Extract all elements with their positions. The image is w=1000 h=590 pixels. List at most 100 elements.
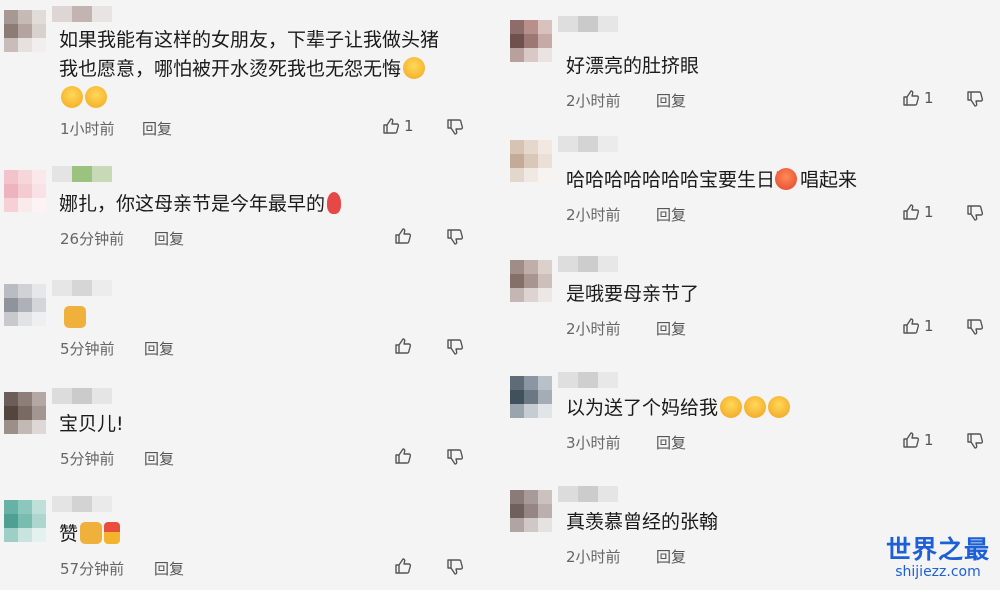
dislike-button[interactable] — [966, 204, 984, 226]
dislike-button[interactable] — [446, 558, 464, 580]
username-pixel — [92, 280, 112, 296]
avatar-pixel — [4, 298, 18, 312]
username-blurred[interactable] — [52, 496, 112, 512]
drooling-face-emoji-icon — [61, 86, 83, 108]
thumbs-down-icon — [967, 433, 984, 449]
avatar-pixel — [18, 198, 32, 212]
timestamp: 2小时前 — [566, 92, 621, 110]
avatar-pixel — [510, 20, 524, 34]
username-pixel — [558, 372, 578, 388]
username-blurred[interactable] — [558, 16, 618, 32]
reply-button[interactable]: 回复 — [656, 318, 686, 339]
timestamp: 2小时前 — [566, 206, 621, 224]
thumbs-down-icon — [447, 339, 464, 355]
like-button[interactable]: 1 — [902, 89, 934, 107]
thumbs-down-icon — [967, 91, 984, 107]
avatar[interactable] — [510, 490, 552, 532]
like-button[interactable]: 1 — [902, 431, 934, 449]
avatar[interactable] — [510, 140, 552, 182]
avatar[interactable] — [4, 10, 46, 52]
like-count: 1 — [924, 431, 934, 449]
reply-button[interactable]: 回复 — [144, 338, 174, 359]
avatar-pixel — [524, 48, 538, 62]
reply-button[interactable]: 回复 — [656, 546, 686, 567]
like-button[interactable]: 1 — [902, 317, 934, 335]
timestamp: 57分钟前 — [60, 560, 125, 578]
thumbs-up-icon — [903, 318, 920, 334]
dislike-button[interactable] — [446, 448, 464, 470]
dislike-button[interactable] — [446, 228, 464, 250]
reply-button[interactable]: 回复 — [154, 558, 184, 579]
like-button[interactable]: 1 — [382, 117, 414, 135]
reply-button[interactable]: 回复 — [656, 432, 686, 453]
avatar-pixel — [4, 24, 18, 38]
avatar[interactable] — [510, 20, 552, 62]
avatar-pixel — [538, 260, 552, 274]
reply-button[interactable]: 回复 — [144, 448, 174, 469]
avatar-pixel — [524, 504, 538, 518]
username-blurred[interactable] — [558, 136, 618, 152]
username-blurred[interactable] — [558, 486, 618, 502]
comment: 哈哈哈哈哈哈哈宝要生日了 唱起来 2小时前 回复 1 — [510, 136, 990, 226]
avatar-pixel — [510, 390, 524, 404]
laughing-emoji-icon — [720, 396, 743, 418]
avatar-pixel — [4, 184, 18, 198]
avatar-pixel — [538, 390, 552, 404]
avatar[interactable] — [4, 500, 46, 542]
username-blurred[interactable] — [52, 166, 112, 182]
dislike-button[interactable] — [966, 432, 984, 454]
avatar-pixel — [524, 274, 538, 288]
avatar[interactable] — [510, 260, 552, 302]
avatar[interactable] — [4, 284, 46, 326]
dislike-button[interactable] — [446, 118, 464, 140]
avatar-pixel — [32, 500, 46, 514]
avatar-pixel — [4, 284, 18, 298]
like-button[interactable] — [394, 337, 412, 355]
avatar-pixel — [538, 490, 552, 504]
username-blurred[interactable] — [52, 6, 112, 22]
username-blurred[interactable] — [52, 388, 112, 404]
like-button[interactable] — [394, 447, 412, 465]
avatar-pixel — [524, 20, 538, 34]
avatar-pixel — [18, 298, 32, 312]
dislike-button[interactable] — [966, 318, 984, 340]
avatar-pixel — [32, 284, 46, 298]
reply-button[interactable]: 回复 — [142, 118, 172, 139]
avatar-pixel — [18, 24, 32, 38]
timestamp: 2小时前 — [566, 548, 621, 566]
avatar-pixel — [510, 48, 524, 62]
laughing-emoji-icon — [744, 396, 767, 418]
avatar-pixel — [18, 184, 32, 198]
like-button[interactable]: 1 — [902, 203, 934, 221]
comment: 真羡慕曾经的张翰 2小时前 回复 — [510, 486, 860, 570]
username-pixel — [72, 388, 92, 404]
avatar-pixel — [538, 20, 552, 34]
avatar[interactable] — [4, 170, 46, 212]
thumbs-up-emoji-icon — [64, 306, 86, 328]
dislike-button[interactable] — [966, 90, 984, 112]
avatar-pixel — [524, 518, 538, 532]
comment-text — [62, 304, 86, 333]
avatar[interactable] — [510, 376, 552, 418]
avatar[interactable] — [4, 392, 46, 434]
comment: 宝贝儿! 5分钟前 回复 — [4, 388, 474, 472]
username-blurred[interactable] — [558, 256, 618, 272]
reply-button[interactable]: 回复 — [656, 204, 686, 225]
drooling-face-emoji-icon — [403, 57, 426, 79]
username-pixel — [558, 16, 578, 32]
avatar-pixel — [4, 406, 18, 420]
username-pixel — [52, 496, 72, 512]
username-pixel — [578, 136, 598, 152]
dislike-button[interactable] — [446, 338, 464, 360]
reply-button[interactable]: 回复 — [154, 228, 184, 249]
watermark-title: 世界之最 — [885, 535, 990, 564]
username-blurred[interactable] — [558, 372, 618, 388]
like-button[interactable] — [394, 557, 412, 575]
username-blurred[interactable] — [52, 280, 112, 296]
reply-button[interactable]: 回复 — [656, 90, 686, 111]
username-pixel — [558, 256, 578, 272]
avatar-pixel — [524, 260, 538, 274]
avatar-pixel — [524, 168, 538, 182]
like-count: 1 — [924, 317, 934, 335]
like-button[interactable] — [394, 227, 412, 245]
